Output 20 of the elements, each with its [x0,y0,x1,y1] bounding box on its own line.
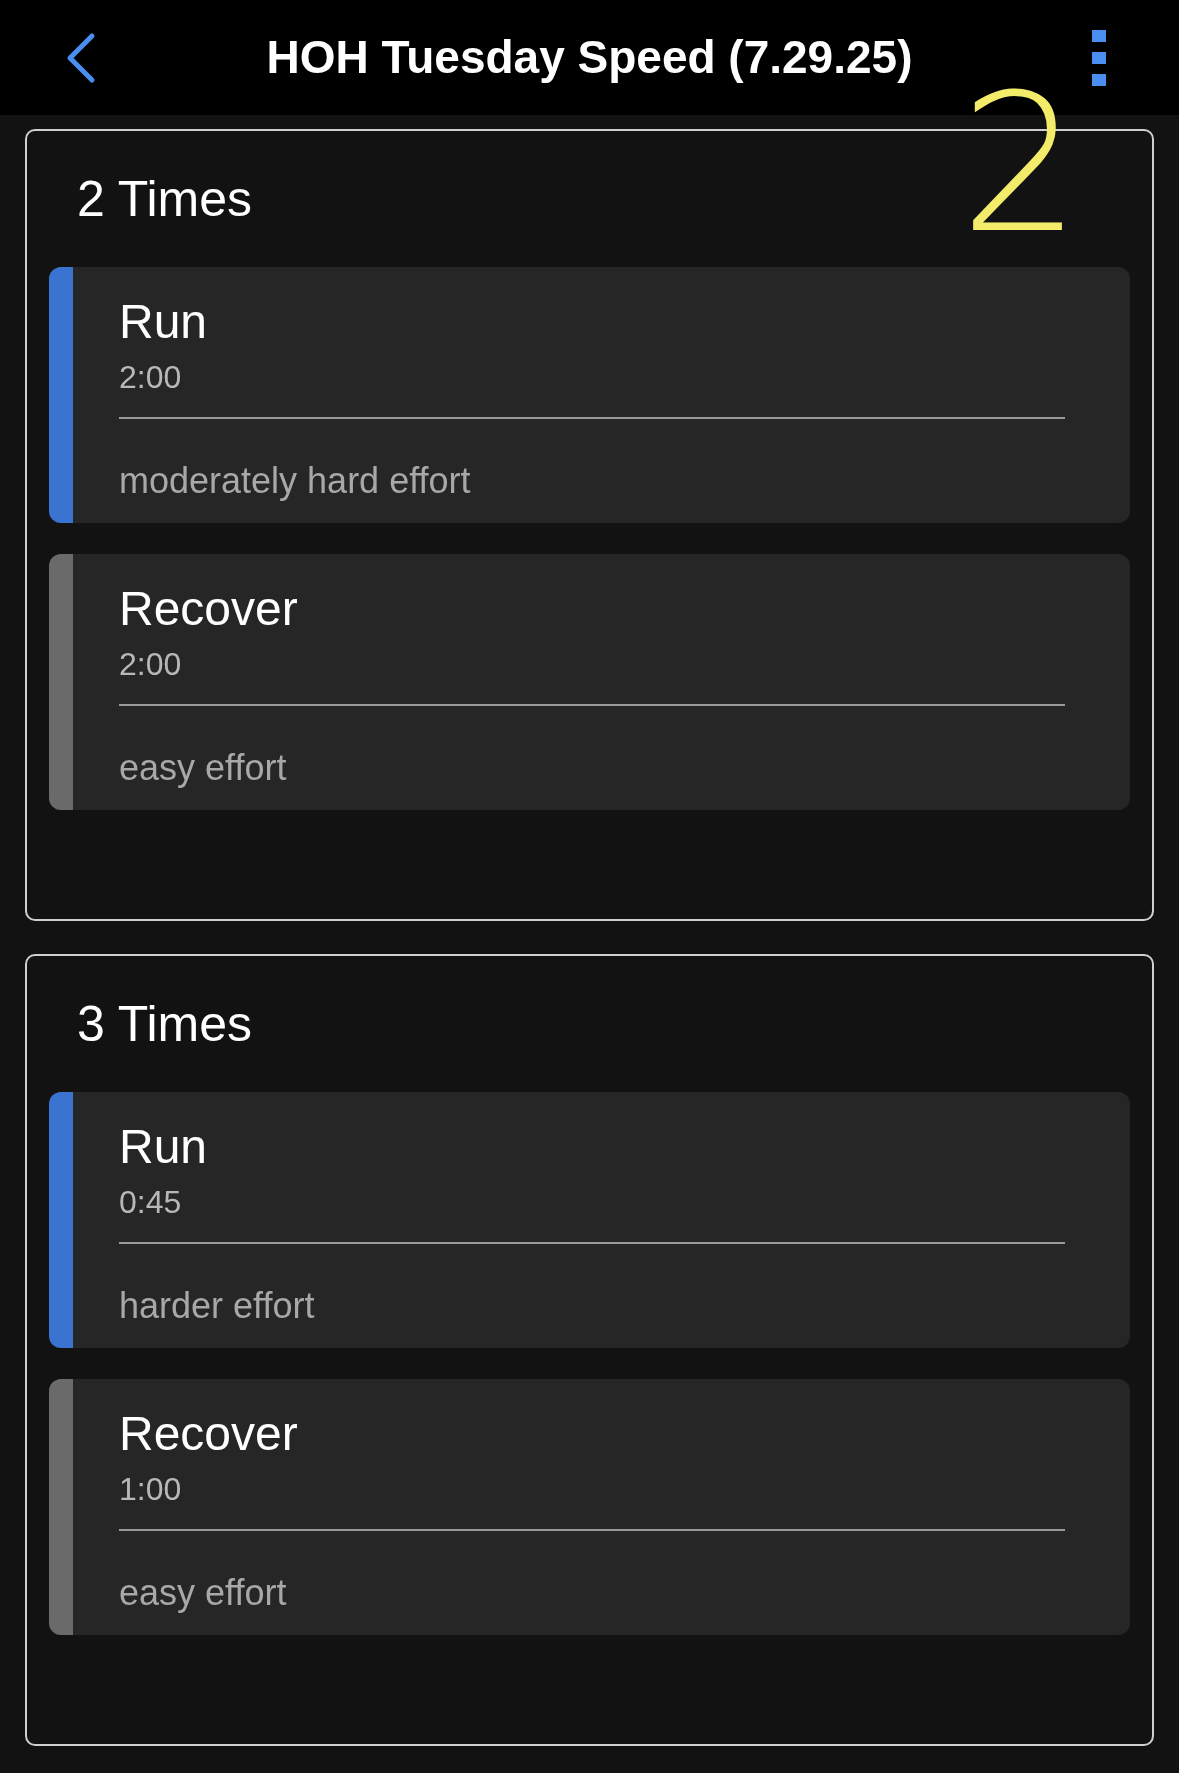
step-note: easy effort [119,1571,288,1615]
step-card[interactable]: Recover 1:00 easy effort [49,1379,1130,1635]
step-name: Run [119,1119,209,1175]
repeat-count: 3 Times [77,994,253,1054]
step-note: moderately hard effort [119,459,472,503]
step-duration: 1:00 [119,1470,183,1509]
step-note: harder effort [119,1284,316,1328]
step-card[interactable]: Run 2:00 moderately hard effort [49,267,1130,523]
step-card[interactable]: Recover 2:00 easy effort [49,554,1130,810]
step-name: Run [119,294,209,350]
step-name: Recover [119,581,299,637]
step-duration: 0:45 [119,1183,183,1222]
step-card[interactable]: Run 0:45 harder effort [49,1092,1130,1348]
repeat-count: 2 Times [77,169,253,229]
workout-title: HOH Tuesday Speed (7.29.25) [266,30,913,85]
step-name: Recover [119,1406,299,1462]
step-duration: 2:00 [119,645,183,684]
step-note: easy effort [119,746,288,790]
menu-icon [1092,29,1106,86]
step-duration: 2:00 [119,358,183,397]
